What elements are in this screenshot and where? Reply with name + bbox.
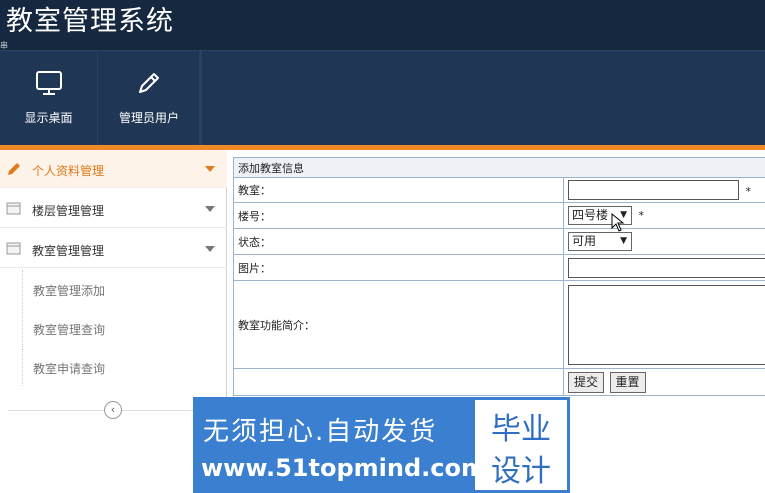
intro-label: 教室功能简介： xyxy=(233,280,564,369)
sidebar-item-label: 楼层管理管理 xyxy=(32,204,105,218)
status-select[interactable]: 可用 ▼ xyxy=(568,232,632,251)
reset-button[interactable]: 重置 xyxy=(609,371,646,393)
actions-cell: 提交 重置 xyxy=(563,368,765,396)
image-input[interactable] xyxy=(568,257,765,278)
required-mark: * xyxy=(638,208,645,222)
chevron-down-icon xyxy=(205,166,215,172)
classroom-input[interactable] xyxy=(568,180,739,200)
submit-button[interactable]: 提交 xyxy=(568,371,605,393)
status-cell: 可用 ▼ xyxy=(563,228,765,255)
intro-textarea[interactable] xyxy=(568,284,765,365)
main-content: 添加教室信息 教室： * 楼号： 四号楼 ▼ * 状态： 可用 ▼ 图片： 教室… xyxy=(233,157,765,397)
sidebar-subitem-classroom-add[interactable]: 教室管理添加 xyxy=(22,270,122,308)
app-title: 教室管理系统 xyxy=(6,6,174,37)
image-cell xyxy=(563,254,765,281)
pencil-icon xyxy=(8,163,20,175)
chevron-down-icon xyxy=(205,246,215,252)
watermark-badge-top: 毕业 xyxy=(491,412,551,447)
sidebar: 个人资料管理 楼层管理管理 教室管理管理 教室管理添加 教室管理查询 教室申请查… xyxy=(0,150,227,422)
sidebar-subitem-classroom-query[interactable]: 教室管理查询 xyxy=(22,309,122,347)
watermark-badge: 毕业 设计 xyxy=(475,400,567,490)
admin-user-label: 管理员用户 xyxy=(118,111,179,125)
status-select-value: 可用 xyxy=(572,234,597,248)
sidebar-subitem-label: 教室管理查询 xyxy=(33,323,106,337)
window-icon xyxy=(6,242,21,255)
sidebar-subitem-application-query[interactable]: 教室申请查询 xyxy=(22,348,122,386)
form-caption: 添加教室信息 xyxy=(233,157,765,178)
toolbar-divider xyxy=(200,51,202,146)
required-mark: * xyxy=(745,184,752,198)
building-cell: 四号楼 ▼ * xyxy=(563,202,765,229)
monitor-icon xyxy=(35,71,62,95)
sidebar-item-floor[interactable]: 楼层管理管理 xyxy=(0,190,227,228)
classroom-form: 添加教室信息 教室： * 楼号： 四号楼 ▼ * 状态： 可用 ▼ 图片： 教室… xyxy=(233,157,765,396)
chevron-down-icon xyxy=(205,206,215,212)
sidebar-item-label: 个人资料管理 xyxy=(32,164,105,178)
watermark-banner: 无须担心.自动发货 www.51topmind.com 毕业 设计 xyxy=(193,397,570,493)
sidebar-subitem-label: 教室申请查询 xyxy=(33,362,106,376)
show-desktop-label: 显示桌面 xyxy=(24,111,73,125)
classroom-label: 教室： xyxy=(233,177,564,203)
sidebar-item-classroom[interactable]: 教室管理管理 xyxy=(0,230,227,268)
show-desktop-button[interactable]: 显示桌面 xyxy=(0,51,98,146)
actions-spacer xyxy=(233,368,564,396)
window-icon xyxy=(6,202,21,215)
building-label: 楼号： xyxy=(233,202,564,229)
status-label: 状态： xyxy=(233,228,564,255)
mouse-cursor-icon xyxy=(611,213,625,232)
dropdown-arrow-icon: ▼ xyxy=(620,236,627,246)
watermark-slogan: 无须担心.自动发货 xyxy=(203,417,438,447)
sidebar-subitem-label: 教室管理添加 xyxy=(33,284,106,298)
classroom-cell: * xyxy=(563,177,765,203)
sidebar-item-profile[interactable]: 个人资料管理 xyxy=(0,150,227,188)
building-select-value: 四号楼 xyxy=(572,208,609,222)
image-label: 图片： xyxy=(233,254,564,281)
sidebar-item-label: 教室管理管理 xyxy=(32,244,105,258)
app-header: 教室管理系统 串 xyxy=(0,0,765,50)
intro-cell xyxy=(563,280,765,369)
watermark-url: www.51topmind.com xyxy=(201,454,486,482)
chevron-left-icon[interactable]: ‹ xyxy=(104,401,122,419)
admin-user-button[interactable]: 管理员用户 xyxy=(99,51,200,146)
pencil-icon xyxy=(139,73,159,93)
top-toolbar: 显示桌面 管理员用户 xyxy=(0,50,765,146)
watermark-badge-bottom: 设计 xyxy=(491,454,551,489)
